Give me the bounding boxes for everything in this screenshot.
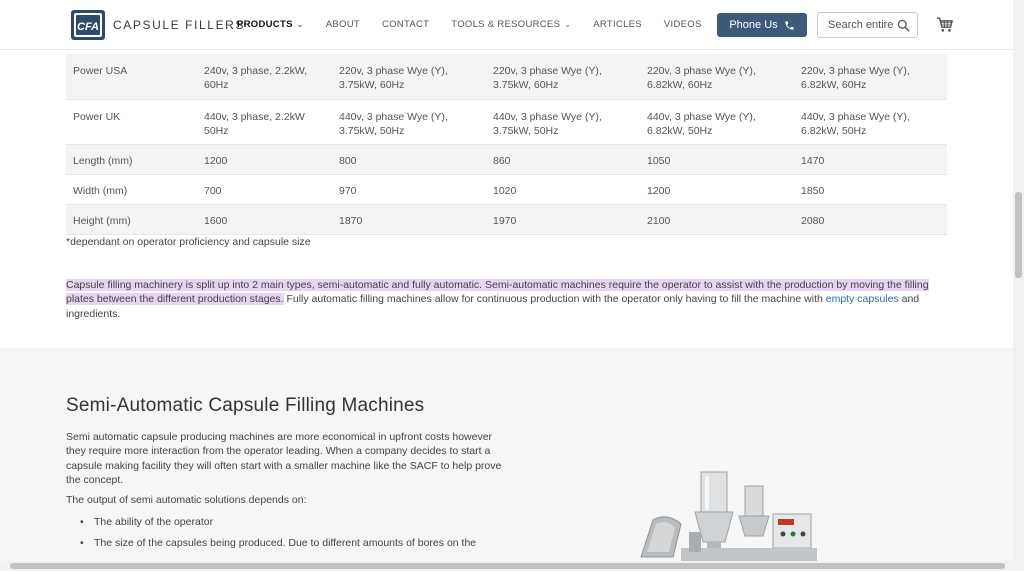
table-row: Height (mm) 1600 1870 1970 2100 2080 (66, 204, 947, 234)
table-cell: 1850 (801, 184, 825, 197)
phone-us-button[interactable]: Phone Us (717, 13, 807, 37)
table-cell: 440v, 3 phase Wye (Y), 6.82kW, 50Hz (801, 110, 910, 137)
table-cell: 1600 (197, 204, 332, 234)
table-cell: 1470 (794, 144, 947, 174)
table-cell: 440v, 3 phase Wye (Y), 3.75kW, 50Hz (493, 110, 602, 137)
chevron-down-icon: ⌄ (564, 20, 572, 29)
vertical-scrollbar[interactable] (1013, 0, 1024, 571)
row-label: Power USA (66, 54, 197, 99)
output-intro: The output of semi automatic solutions d… (66, 494, 307, 506)
table-cell: 860 (486, 144, 640, 174)
row-label: Power UK (73, 110, 121, 123)
table-cell: 240v, 3 phase, 2.2kW, 60Hz (197, 54, 332, 99)
table-cell: 220v, 3 phase Wye (Y), 6.82kW, 60Hz (640, 54, 794, 99)
nav-label: ABOUT (325, 19, 360, 30)
list-item-text: The size of the capsules being produced.… (94, 537, 477, 549)
section-body: Semi automatic capsule producing machine… (66, 431, 502, 486)
table-cell: 2080 (794, 204, 947, 234)
site-header: CFA CAPSULE FILLERS PRODUCTS ⌄ ABOUT CONT… (0, 0, 1013, 50)
row-label: Length (mm) (66, 144, 197, 174)
nav-contact[interactable]: CONTACT (382, 19, 429, 30)
phone-us-label: Phone Us (729, 19, 778, 31)
table-cell: 220v, 3 phase Wye (Y), 3.75kW, 60Hz (332, 54, 486, 99)
svg-text:CFA: CFA (77, 21, 99, 33)
table-cell: 1020 (493, 184, 517, 197)
table-cell: 2100 (640, 204, 794, 234)
table-cell: 700 (204, 184, 222, 197)
capsule-fillers-logo[interactable]: CFA (71, 10, 105, 40)
table-cell: 1200 (647, 184, 671, 197)
search-icon[interactable] (897, 19, 910, 32)
row-label: Width (mm) (73, 184, 128, 197)
table-cell: 440v, 3 phase Wye (Y), 6.82kW, 50Hz (647, 110, 756, 137)
table-cell: 220v, 3 phase Wye (Y), 6.82kW, 60Hz (794, 54, 947, 99)
table-cell: 970 (339, 184, 357, 197)
spec-table: Power USA 240v, 3 phase, 2.2kW, 60Hz 220… (66, 54, 947, 235)
table-cell: 440v, 3 phase Wye (Y), 3.75kW, 50Hz (339, 110, 448, 137)
table-footnote: *dependant on operator proficiency and c… (66, 236, 311, 248)
table-cell: 440v, 3 phase, 2.2kW 50Hz (204, 110, 305, 137)
nav-products[interactable]: PRODUCTS ⌄ (237, 19, 304, 30)
nav-label: TOOLS & RESOURCES (451, 19, 561, 30)
scrollbar-thumb[interactable] (10, 563, 1005, 569)
table-cell: 800 (332, 144, 486, 174)
cart-icon[interactable] (936, 16, 954, 33)
brand-name[interactable]: CAPSULE FILLERS (113, 18, 245, 32)
nav-articles[interactable]: ARTICLES (593, 19, 642, 30)
table-row: Length (mm) 1200 800 860 1050 1470 (66, 144, 947, 174)
horizontal-scrollbar[interactable] (0, 561, 1013, 571)
table-cell: 1870 (332, 204, 486, 234)
intro-text: Fully automatic filling machines allow f… (283, 293, 826, 306)
table-cell: 1970 (486, 204, 640, 234)
section-title: Semi-Automatic Capsule Filling Machines (66, 395, 425, 416)
list-item: The ability of the operator (80, 516, 213, 528)
table-cell: 1200 (197, 144, 332, 174)
empty-capsules-link[interactable]: empty capsules (826, 293, 899, 305)
row-label: Height (mm) (66, 204, 197, 234)
table-row: Width (mm) 700 970 1020 1200 1850 (66, 174, 947, 204)
nav-tools-resources[interactable]: TOOLS & RESOURCES ⌄ (451, 19, 571, 30)
chevron-down-icon: ⌄ (296, 20, 304, 29)
main-nav: PRODUCTS ⌄ ABOUT CONTACT TOOLS & RESOURCE… (237, 19, 724, 30)
search-input[interactable] (828, 19, 896, 31)
intro-paragraph: Capsule filling machinery is split up in… (66, 278, 946, 321)
phone-icon (785, 20, 794, 30)
table-row: Power USA 240v, 3 phase, 2.2kW, 60Hz 220… (66, 54, 947, 99)
nav-label: CONTACT (381, 19, 430, 30)
nav-label: VIDEOS (663, 19, 702, 30)
nav-videos[interactable]: VIDEOS (664, 19, 702, 30)
list-item-text: The ability of the operator (94, 516, 214, 528)
list-item: The size of the capsules being produced.… (80, 537, 476, 549)
nav-about[interactable]: ABOUT (326, 19, 360, 30)
table-cell: 1050 (640, 144, 794, 174)
nav-label: ARTICLES (593, 19, 642, 30)
capsule-machine-image (640, 471, 817, 561)
table-row: Power UK 440v, 3 phase, 2.2kW 50Hz 440v,… (66, 99, 947, 144)
search-box (817, 12, 918, 38)
table-cell: 220v, 3 phase Wye (Y), 3.75kW, 60Hz (486, 54, 640, 99)
nav-label: PRODUCTS (237, 19, 293, 30)
scrollbar-thumb[interactable] (1015, 192, 1022, 278)
